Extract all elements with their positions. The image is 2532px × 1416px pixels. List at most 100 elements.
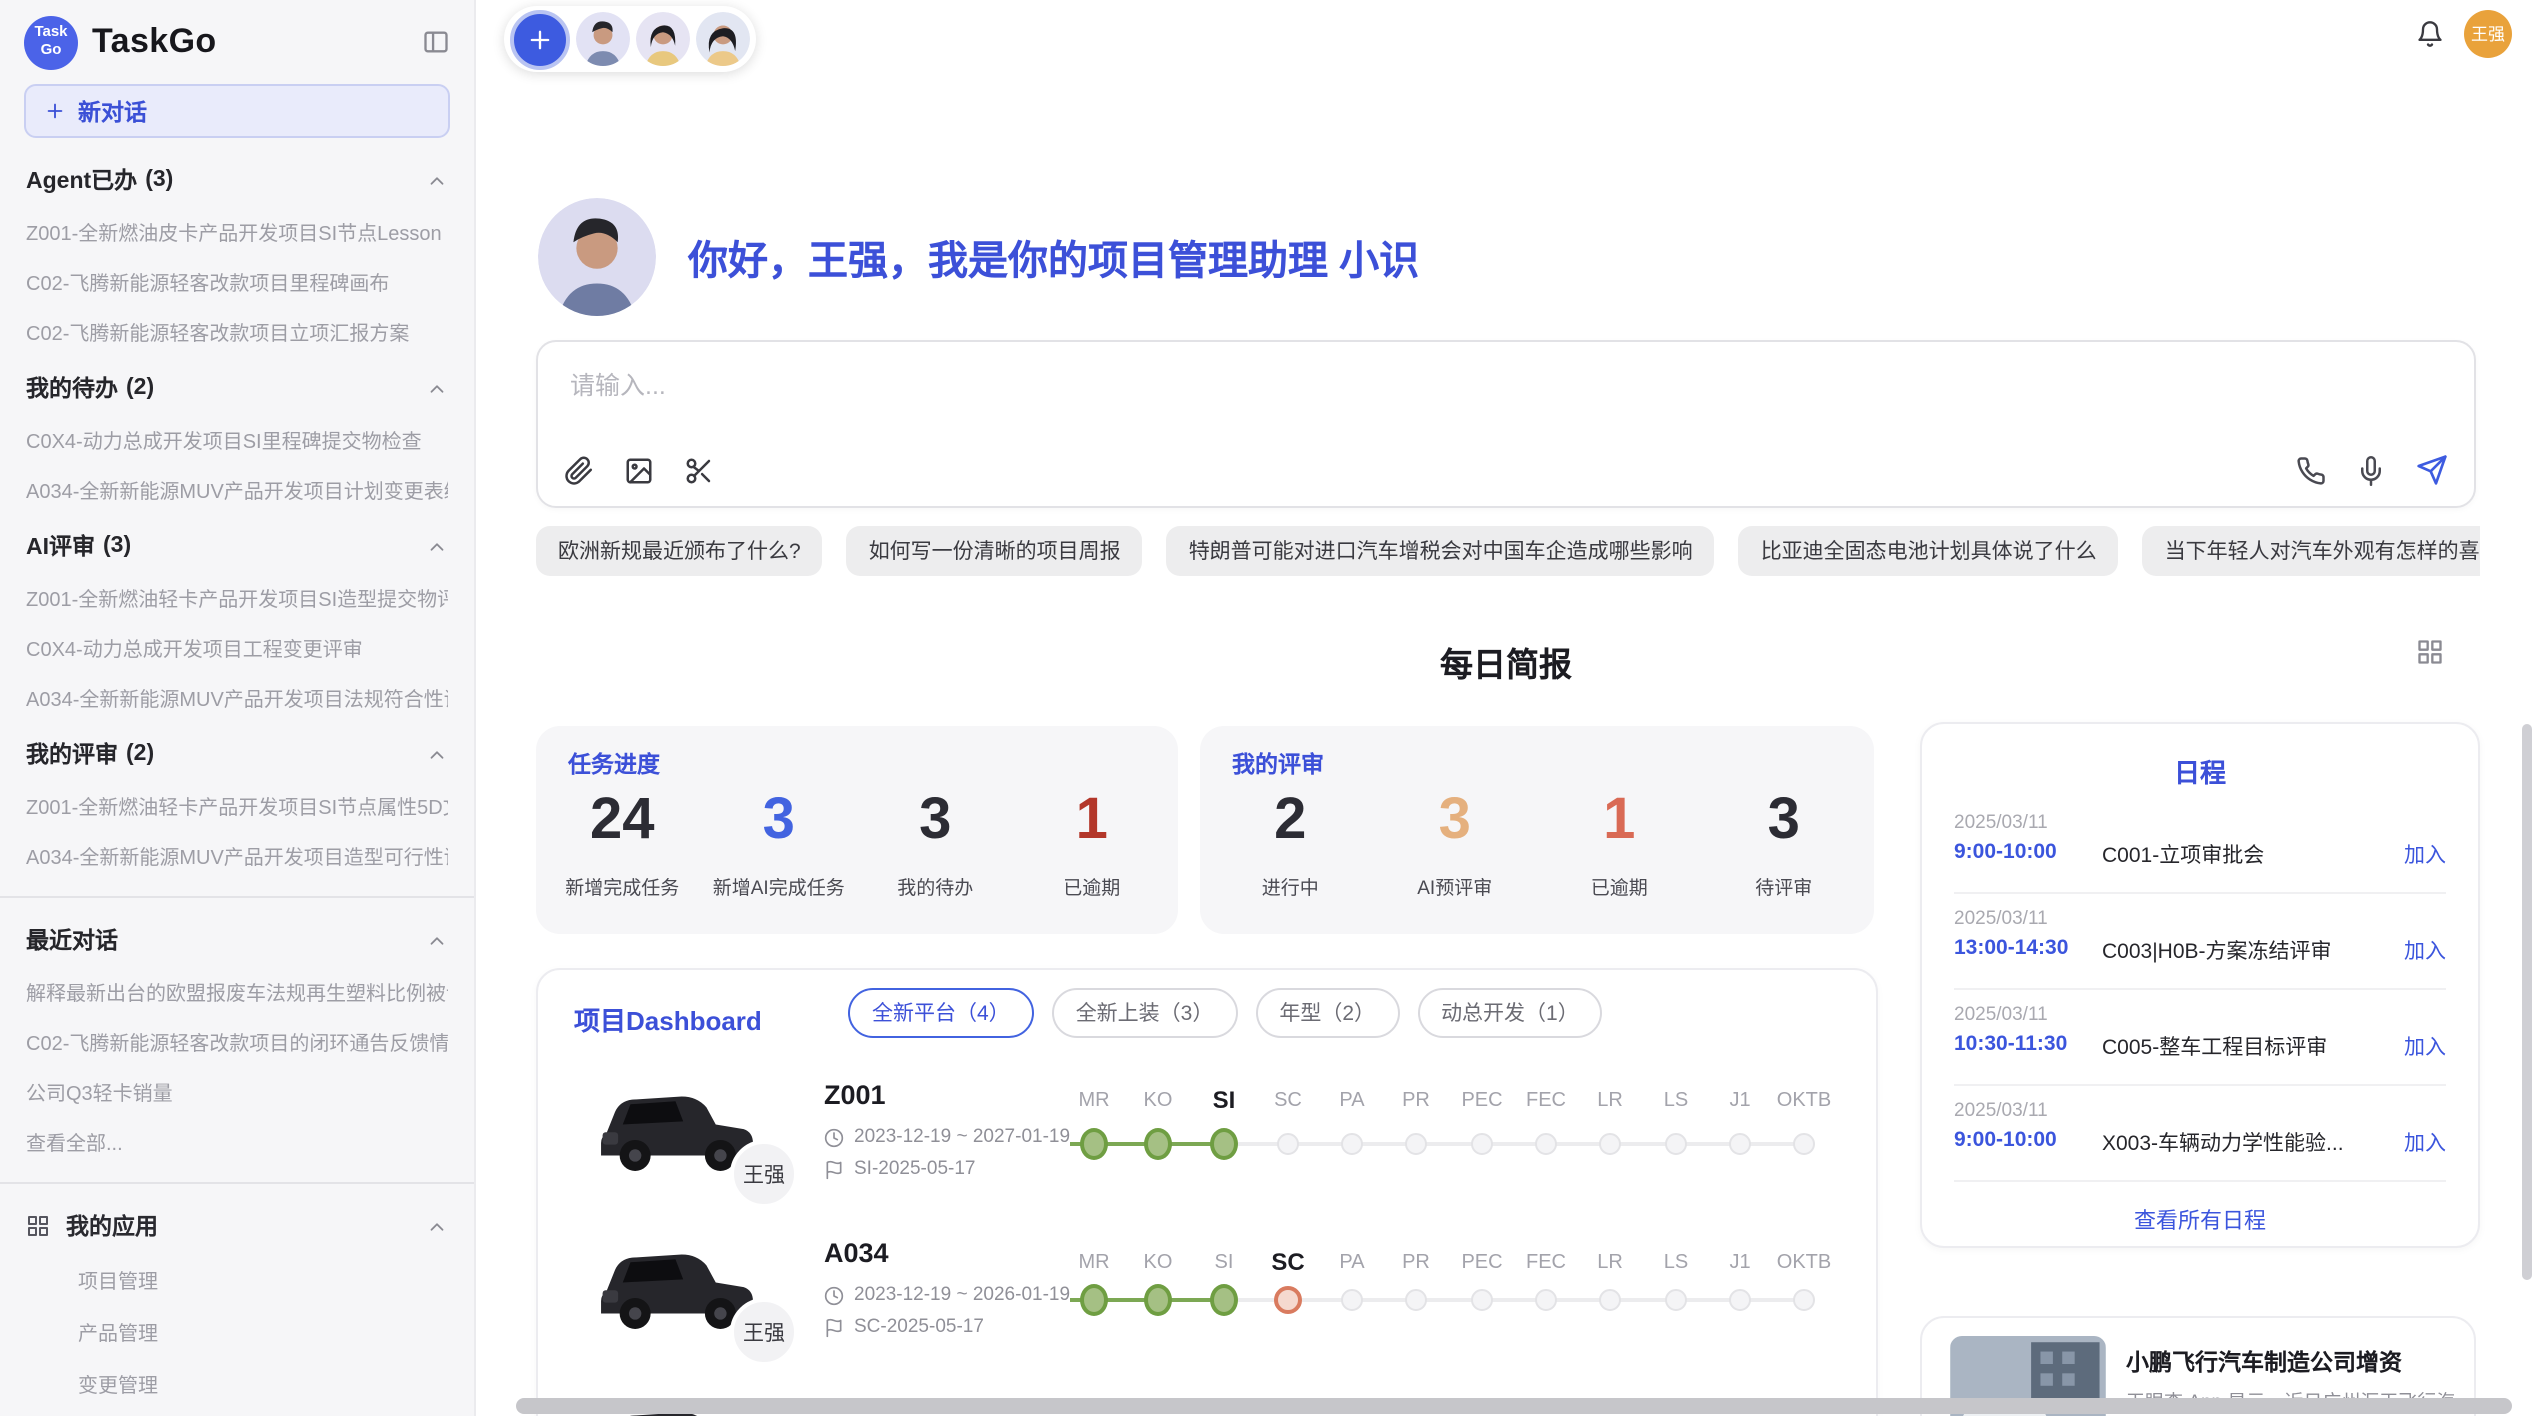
stat-item: 1已逾期 bbox=[1014, 790, 1171, 900]
milestone-dot bbox=[1599, 1289, 1621, 1311]
list-item[interactable]: A034-全新新能源MUV产品开发项目法规符合性评审 bbox=[26, 682, 448, 712]
sidebar-collapse-icon[interactable] bbox=[422, 28, 450, 56]
list-item[interactable]: C02-飞腾新能源轻客改款项目里程碑画布 bbox=[26, 266, 448, 296]
avatar[interactable] bbox=[696, 12, 750, 66]
milestone-dot bbox=[1341, 1289, 1363, 1311]
filter-chip[interactable]: 动总开发（1） bbox=[1417, 988, 1603, 1038]
stat-label: 已逾期 bbox=[1537, 872, 1702, 900]
image-icon[interactable] bbox=[624, 456, 654, 486]
sidebar-item-product-mgmt[interactable]: 产品管理 bbox=[78, 1316, 448, 1346]
filter-chip[interactable]: 全新上装（3） bbox=[1052, 988, 1238, 1038]
view-all-schedule-link[interactable]: 查看所有日程 bbox=[1922, 1204, 2478, 1236]
grid-icon bbox=[26, 1214, 50, 1238]
join-link[interactable]: 加入 bbox=[2404, 1032, 2446, 1062]
vertical-scrollbar[interactable] bbox=[2522, 724, 2532, 1280]
news-title: 小鹏飞行汽车制造公司增资 bbox=[2126, 1346, 2454, 1378]
list-item[interactable]: 公司Q3轻卡销量 bbox=[26, 1076, 448, 1106]
join-link[interactable]: 加入 bbox=[2404, 840, 2446, 870]
scissors-icon[interactable] bbox=[684, 456, 714, 486]
avatar[interactable] bbox=[576, 12, 630, 66]
list-item[interactable]: C0X4-动力总成开发项目SI里程碑提交物检查 bbox=[26, 424, 448, 454]
section-header-my-review[interactable]: 我的评审(2) bbox=[26, 738, 448, 770]
list-item[interactable]: C02-飞腾新能源轻客改款项目立项汇报方案 bbox=[26, 316, 448, 346]
sidebar-item-project-mgmt[interactable]: 项目管理 bbox=[78, 1264, 448, 1294]
milestone-label: PA bbox=[1339, 1252, 1364, 1274]
list-item[interactable]: Z001-全新燃油轻卡产品开发项目SI造型提交物评审 bbox=[26, 582, 448, 612]
milestone-label-active: SC bbox=[1271, 1248, 1304, 1276]
project-flag-text: SI-2025-05-17 bbox=[854, 1158, 975, 1180]
milestone-dot bbox=[1793, 1289, 1815, 1311]
new-session-button[interactable] bbox=[510, 9, 570, 69]
sidebar-header: Task Go TaskGo bbox=[24, 0, 450, 84]
section-header-recent[interactable]: 最近对话 bbox=[26, 924, 448, 956]
section-header-ai-review[interactable]: AI评审(3) bbox=[26, 530, 448, 562]
filter-chip[interactable]: 全新平台（4） bbox=[848, 988, 1034, 1038]
suggestion-chip[interactable]: 比亚迪全固态电池计划具体说了什么 bbox=[1739, 526, 2119, 576]
join-link[interactable]: 加入 bbox=[2404, 1128, 2446, 1158]
milestone-label: OKTB bbox=[1777, 1090, 1831, 1112]
mic-icon[interactable] bbox=[2356, 455, 2386, 485]
bell-icon[interactable] bbox=[2416, 20, 2444, 48]
chevron-up-icon[interactable] bbox=[426, 377, 448, 399]
milestone-dot bbox=[1277, 1133, 1299, 1155]
project-car-image: 王强 bbox=[584, 1218, 770, 1350]
list-item[interactable]: C0X4-动力总成开发项目工程变更评审 bbox=[26, 632, 448, 662]
list-item[interactable]: C02-飞腾新能源轻客改款项目的闭环通告反馈情况 bbox=[26, 1026, 448, 1056]
chevron-up-icon[interactable] bbox=[426, 929, 448, 951]
list-item[interactable]: Z001-全新燃油轻卡产品开发项目SI节点属性5D文件评审 bbox=[26, 790, 448, 820]
list-item[interactable]: A034-全新新能源MUV产品开发项目造型可行性评审 bbox=[26, 840, 448, 870]
milestone-dot-done bbox=[1210, 1284, 1238, 1316]
sidebar-item-change-mgmt[interactable]: 变更管理 bbox=[78, 1368, 448, 1398]
horizontal-scrollbar[interactable] bbox=[516, 1398, 2512, 1414]
chevron-up-icon[interactable] bbox=[426, 535, 448, 557]
milestone-dot bbox=[1729, 1133, 1751, 1155]
milestone-label: OKTB bbox=[1777, 1252, 1831, 1274]
list-item[interactable]: A034-全新新能源MUV产品开发项目计划变更表编写 bbox=[26, 474, 448, 504]
milestone-dot bbox=[1665, 1133, 1687, 1155]
suggestion-chips: 欧洲新规最近颁布了什么? 如何写一份清晰的项目周报 特朗普可能对进口汽车增税会对… bbox=[536, 526, 2480, 576]
chevron-up-icon[interactable] bbox=[426, 169, 448, 191]
stat-label: 已逾期 bbox=[1014, 872, 1171, 900]
milestone-dot-done bbox=[1080, 1128, 1108, 1160]
stat-card-task-progress: 任务进度 24新增完成任务 3新增AI完成任务 3我的待办 1已逾期 bbox=[536, 726, 1178, 934]
phone-icon[interactable] bbox=[2296, 455, 2326, 485]
section-label: 我的待办 bbox=[26, 372, 118, 404]
section-header-my-todo[interactable]: 我的待办(2) bbox=[26, 372, 448, 404]
list-item[interactable]: Z001-全新燃油皮卡产品开发项目SI节点Lesson Learn报告 bbox=[26, 216, 448, 246]
chat-input[interactable] bbox=[566, 370, 1974, 402]
milestone-label: PR bbox=[1402, 1090, 1430, 1112]
milestone-dot bbox=[1535, 1289, 1557, 1311]
join-link[interactable]: 加入 bbox=[2404, 936, 2446, 966]
divider bbox=[1954, 1180, 2446, 1182]
greeting-text: 你好，王强，我是你的项目管理助理 小识 bbox=[688, 228, 1419, 286]
stat-label: 待评审 bbox=[1702, 872, 1867, 900]
sidebar: Task Go TaskGo 新对话 Agent已办(3) Z001-全新燃油皮… bbox=[0, 0, 476, 1416]
paperclip-icon[interactable] bbox=[564, 456, 594, 486]
new-chat-button[interactable]: 新对话 bbox=[24, 84, 450, 138]
stat-value: 3 bbox=[857, 790, 1014, 854]
suggestion-chip[interactable]: 当下年轻人对汽车外观有怎样的喜好趋势 bbox=[2143, 526, 2480, 576]
milestone-label: MR bbox=[1078, 1252, 1109, 1274]
list-item[interactable]: 解释最新出台的欧盟报废车法规再生塑料比例被调至15%... bbox=[26, 976, 448, 1006]
filter-chip[interactable]: 年型（2） bbox=[1255, 988, 1399, 1038]
sidebar-item-my-apps[interactable]: 我的应用 bbox=[26, 1210, 448, 1242]
milestone-label: PA bbox=[1339, 1090, 1364, 1112]
schedule-date: 2025/03/11 bbox=[1954, 908, 2048, 930]
section-header-agent-done[interactable]: Agent已办(3) bbox=[26, 164, 448, 196]
stat-label: AI预评审 bbox=[1373, 872, 1538, 900]
session-switcher bbox=[504, 6, 756, 72]
suggestion-chip[interactable]: 如何写一份清晰的项目周报 bbox=[847, 526, 1143, 576]
send-icon[interactable] bbox=[2416, 454, 2448, 486]
chevron-up-icon[interactable] bbox=[426, 1215, 448, 1237]
owner-badge: 王强 bbox=[730, 1140, 798, 1208]
suggestion-chip[interactable]: 特朗普可能对进口汽车增税会对中国车企造成哪些影响 bbox=[1167, 526, 1715, 576]
milestone-dot bbox=[1341, 1133, 1363, 1155]
avatar[interactable] bbox=[636, 12, 690, 66]
view-all-link[interactable]: 查看全部... bbox=[26, 1126, 448, 1156]
project-flag: SC-2025-05-17 bbox=[824, 1316, 984, 1338]
suggestion-chip[interactable]: 欧洲新规最近颁布了什么? bbox=[536, 526, 823, 576]
user-avatar[interactable]: 王强 bbox=[2464, 10, 2512, 58]
schedule-card: 日程 2025/03/11 9:00-10:00 C001-立项审批会 加入 2… bbox=[1920, 722, 2480, 1248]
grid-icon[interactable] bbox=[2416, 638, 2444, 666]
chevron-up-icon[interactable] bbox=[426, 743, 448, 765]
